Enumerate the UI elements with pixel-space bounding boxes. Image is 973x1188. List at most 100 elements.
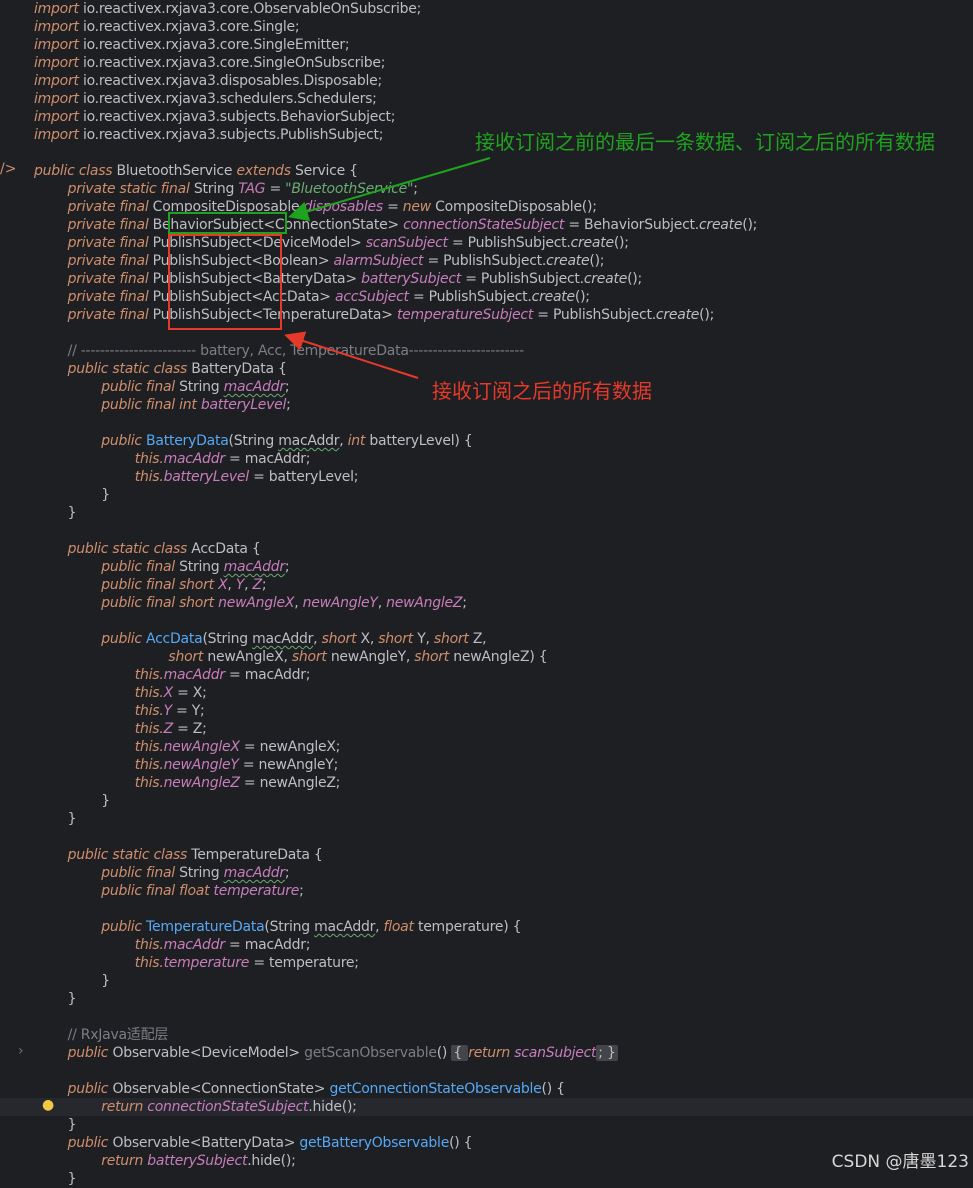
code-token: create	[531, 289, 576, 305]
code-line[interactable]: public Observable<DeviceModel> getScanOb…	[34, 1044, 618, 1062]
code-token: batteryLevel	[200, 397, 287, 413]
code-line[interactable]: // ------------------------ battery, Acc…	[34, 342, 525, 360]
code-line[interactable]: public final String macAddr;	[34, 558, 289, 576]
code-line[interactable]: public final short X, Y, Z;	[34, 576, 266, 594]
code-line[interactable]: public AccData(String macAddr, short X, …	[34, 630, 486, 648]
code-line[interactable]: import io.reactivex.rxjava3.subjects.Pub…	[34, 126, 384, 144]
code-token: .hide();	[308, 1099, 357, 1115]
code-token: this.	[34, 775, 164, 791]
code-line[interactable]: this.newAngleX = newAngleX;	[34, 738, 341, 756]
code-line[interactable]: }	[34, 486, 110, 504]
code-line[interactable]: private final CompositeDisposable dispos…	[34, 198, 597, 216]
code-token: = macAddr;	[224, 451, 311, 467]
code-token: ,	[227, 577, 236, 593]
code-token: }	[34, 991, 77, 1007]
code-token: public	[34, 1045, 113, 1061]
code-token: CompositeDisposable();	[435, 199, 597, 215]
code-line[interactable]: private final PublishSubject<BatteryData…	[34, 270, 643, 288]
code-token: Y	[163, 703, 173, 719]
code-token: Y,	[417, 631, 434, 647]
code-line[interactable]: this.X = X;	[34, 684, 207, 702]
code-line[interactable]: this.Y = Y;	[34, 702, 205, 720]
fold-chevron-icon[interactable]: ›	[18, 1043, 24, 1059]
code-line[interactable]: public BatteryData(String macAddr, int b…	[34, 432, 473, 450]
code-editor[interactable]: import io.reactivex.rxjava3.core.Observa…	[0, 0, 973, 1187]
code-line[interactable]: }	[34, 972, 110, 990]
code-line[interactable]: this.newAngleZ = newAngleZ;	[34, 774, 341, 792]
code-line[interactable]: public final String macAddr;	[34, 864, 289, 882]
code-line[interactable]: private static final String TAG = "Bluet…	[34, 180, 418, 198]
code-line[interactable]: public static class TemperatureData {	[34, 846, 323, 864]
code-line[interactable]: public static class BatteryData {	[34, 360, 287, 378]
code-line[interactable]: }	[34, 1170, 77, 1188]
code-token: newAngleX	[218, 595, 295, 611]
code-line[interactable]: import io.reactivex.rxjava3.core.SingleE…	[34, 36, 350, 54]
code-token: ;	[286, 397, 291, 413]
code-token: public final int	[34, 397, 201, 413]
code-token: newAngleY	[302, 595, 378, 611]
code-token: = newAngleX;	[239, 739, 341, 755]
code-line[interactable]: import io.reactivex.rxjava3.core.SingleO…	[34, 54, 386, 72]
code-line[interactable]: // RxJava适配层	[34, 1026, 169, 1044]
code-line[interactable]: import io.reactivex.rxjava3.subjects.Beh…	[34, 108, 396, 126]
code-token: this.	[34, 757, 164, 773]
code-line[interactable]: this.batteryLevel = batteryLevel;	[34, 468, 359, 486]
code-line[interactable]: this.macAddr = macAddr;	[34, 450, 311, 468]
code-token: io.reactivex.rxjava3.core.SingleEmitter;	[82, 37, 350, 53]
code-line[interactable]: }	[34, 1116, 77, 1134]
class-marker-icon[interactable]: />	[0, 161, 16, 177]
code-token: BatteryData	[146, 433, 229, 449]
code-line[interactable]: public Observable<BatteryData> getBatter…	[34, 1134, 473, 1152]
code-line[interactable]: private final PublishSubject<AccData> ac…	[34, 288, 590, 306]
code-line[interactable]: }	[34, 504, 77, 522]
code-token: io.reactivex.rxjava3.subjects.BehaviorSu…	[82, 109, 396, 125]
code-line[interactable]: private final PublishSubject<Temperature…	[34, 306, 715, 324]
code-line[interactable]: private final BehaviorSubject<Connection…	[34, 216, 758, 234]
code-token: macAddr	[252, 631, 314, 647]
code-token: =	[382, 199, 403, 215]
code-line[interactable]: private final PublishSubject<Boolean> al…	[34, 252, 605, 270]
code-line[interactable]: this.temperature = temperature;	[34, 954, 359, 972]
code-line[interactable]: public TemperatureData(String macAddr, f…	[34, 918, 521, 936]
code-token: public final float	[34, 883, 214, 899]
code-token: batterySubject	[361, 271, 462, 287]
code-line[interactable]: import io.reactivex.rxjava3.disposables.…	[34, 72, 382, 90]
code-token: ;	[284, 559, 290, 575]
code-token: ;	[284, 865, 290, 881]
code-token: this.	[34, 721, 164, 737]
code-line[interactable]: short newAngleX, short newAngleY, short …	[34, 648, 547, 666]
code-token: Z	[163, 721, 174, 737]
code-line[interactable]: this.Z = Z;	[34, 720, 207, 738]
code-line[interactable]: public class BluetoothService extends Se…	[34, 162, 358, 180]
code-token: this.	[34, 667, 164, 683]
lightbulb-icon[interactable]: ●	[42, 1097, 54, 1113]
code-line[interactable]: public final short newAngleX, newAngleY,…	[34, 594, 467, 612]
code-token: short	[291, 649, 331, 665]
code-line[interactable]: this.macAddr = macAddr;	[34, 666, 311, 684]
code-token: .hide();	[247, 1153, 296, 1169]
code-line[interactable]: import io.reactivex.rxjava3.core.Single;	[34, 18, 300, 36]
code-line[interactable]: return batterySubject.hide();	[34, 1152, 296, 1170]
code-line[interactable]: }	[34, 990, 77, 1008]
code-line[interactable]: return connectionStateSubject.hide();	[0, 1098, 973, 1116]
code-token: Observable<BatteryData>	[112, 1135, 300, 1151]
code-token: alarmSubject	[333, 253, 424, 269]
code-line[interactable]: public final float temperature;	[34, 882, 304, 900]
code-line[interactable]: public final int batteryLevel;	[34, 396, 291, 414]
code-line[interactable]: this.macAddr = macAddr;	[34, 936, 311, 954]
code-line[interactable]: public static class AccData {	[34, 540, 261, 558]
code-token: io.reactivex.rxjava3.disposables.Disposa…	[82, 73, 382, 89]
code-line[interactable]: import io.reactivex.rxjava3.core.Observa…	[34, 0, 421, 18]
code-token: scanSubject	[514, 1045, 597, 1061]
code-line[interactable]: }	[34, 810, 77, 828]
code-line[interactable]: import io.reactivex.rxjava3.schedulers.S…	[34, 90, 377, 108]
code-token: io.reactivex.rxjava3.schedulers.Schedule…	[82, 91, 377, 107]
code-line[interactable]: this.newAngleY = newAngleY;	[34, 756, 339, 774]
code-token: short	[433, 631, 473, 647]
code-token: public	[34, 433, 147, 449]
code-line[interactable]: private final PublishSubject<DeviceModel…	[34, 234, 629, 252]
code-line[interactable]: public Observable<ConnectionState> getCo…	[34, 1080, 565, 1098]
code-line[interactable]: public final String macAddr;	[34, 378, 289, 396]
code-line[interactable]: }	[34, 792, 110, 810]
